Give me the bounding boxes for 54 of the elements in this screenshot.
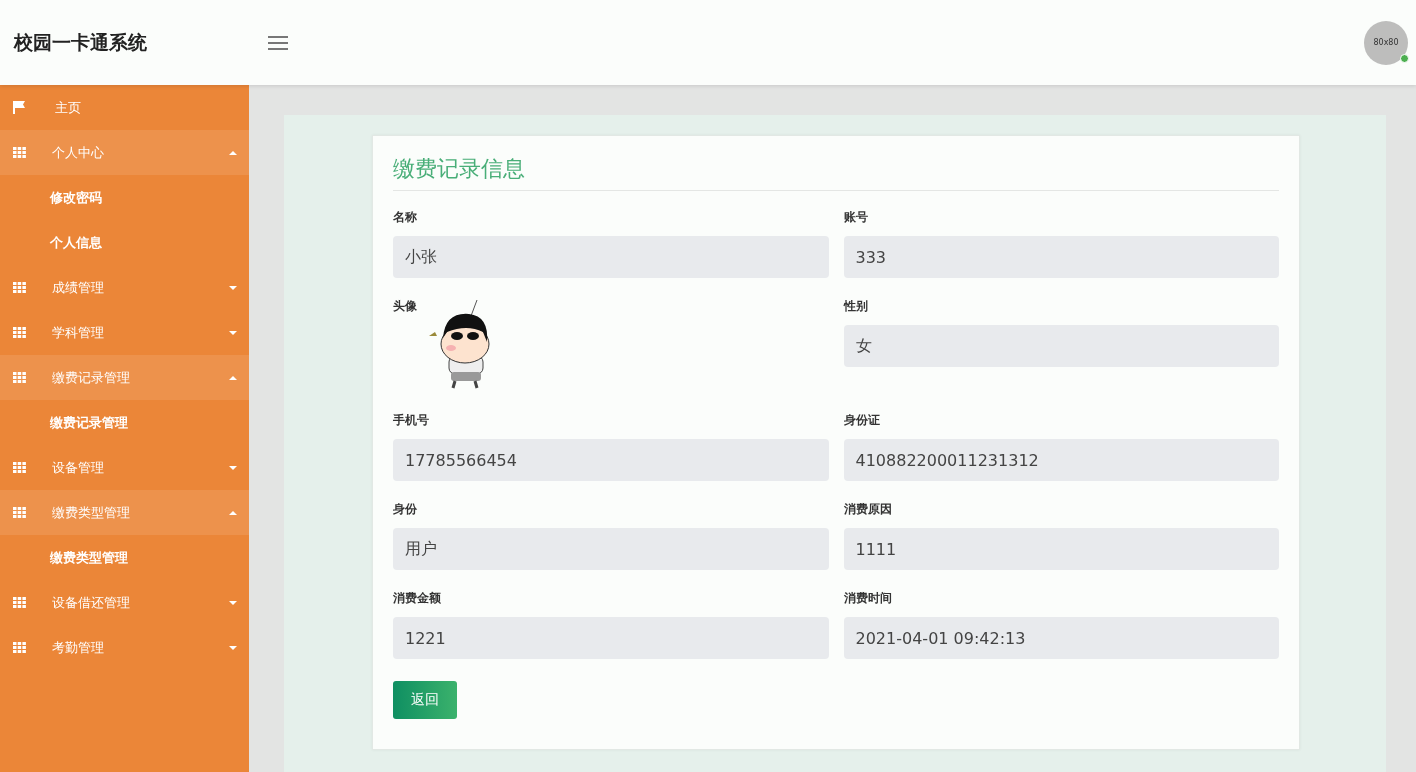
- grid-icon: [13, 327, 26, 338]
- sidebar-subitem[interactable]: 修改密码: [0, 175, 249, 220]
- sidebar-item[interactable]: 主页: [0, 85, 249, 130]
- grid-icon: [13, 372, 26, 383]
- grid-icon: [13, 147, 26, 158]
- grid-icon: [13, 282, 26, 293]
- input-field[interactable]: 用户: [393, 528, 829, 570]
- field-label: 手机号: [393, 412, 430, 429]
- sidebar-item[interactable]: 考勤管理: [0, 625, 249, 670]
- back-button[interactable]: 返回: [393, 681, 457, 719]
- caret-down-icon: [229, 600, 237, 605]
- grid-icon: [13, 597, 26, 608]
- sidebar-subitem[interactable]: 缴费类型管理: [0, 535, 249, 580]
- field-label: 身份: [393, 501, 418, 518]
- caret-down-icon: [229, 285, 237, 290]
- field-label: 消费金额: [393, 590, 442, 607]
- sidebar-item[interactable]: 成绩管理: [0, 265, 249, 310]
- field-label: 性别: [843, 298, 869, 315]
- sidebar-subitem[interactable]: 缴费记录管理: [0, 400, 249, 445]
- menu-icon[interactable]: [268, 35, 288, 50]
- caret-down-icon: [229, 465, 237, 470]
- grid-icon: [13, 507, 26, 518]
- sidebar-subitem[interactable]: 个人信息: [0, 220, 249, 265]
- sidebar-item[interactable]: 设备管理: [0, 445, 249, 490]
- sidebar-item[interactable]: 缴费记录管理: [0, 355, 249, 400]
- caret-down-icon: [229, 645, 237, 650]
- caret-up-icon: [229, 375, 237, 380]
- form-title: 缴费记录信息: [393, 154, 1279, 191]
- sidebar-item[interactable]: 缴费类型管理: [0, 490, 249, 535]
- input-field[interactable]: 小张: [393, 236, 829, 278]
- field-label: 消费时间: [843, 590, 893, 607]
- field-label: 身份证: [843, 412, 881, 429]
- field-label: 消费原因: [843, 501, 893, 518]
- flag-icon: [13, 101, 25, 114]
- app-title: 校园一卡通系统: [12, 29, 148, 55]
- sidebar-item[interactable]: 学科管理: [0, 310, 249, 355]
- sidebar-item[interactable]: 设备借还管理: [0, 580, 249, 625]
- input-field[interactable]: 333: [843, 236, 1279, 278]
- field-label: 名称: [393, 209, 418, 226]
- user-avatar[interactable]: 80x80: [1364, 20, 1408, 65]
- grid-icon: [13, 462, 26, 473]
- field-label: 账号: [843, 209, 869, 226]
- input-field[interactable]: 1221: [393, 617, 829, 659]
- input-field[interactable]: 2021-04-01 09:42:13: [843, 617, 1279, 659]
- input-field[interactable]: 410882200011231312: [843, 439, 1279, 481]
- input-field[interactable]: 女: [843, 325, 1279, 367]
- sidebar-item[interactable]: 个人中心: [0, 130, 249, 175]
- field-label: 头像: [393, 298, 417, 315]
- caret-down-icon: [229, 330, 237, 335]
- input-field[interactable]: 1111: [843, 528, 1279, 570]
- input-field[interactable]: 17785566454: [393, 439, 829, 481]
- caret-up-icon: [229, 510, 237, 515]
- caret-up-icon: [229, 150, 237, 155]
- grid-icon: [13, 642, 26, 653]
